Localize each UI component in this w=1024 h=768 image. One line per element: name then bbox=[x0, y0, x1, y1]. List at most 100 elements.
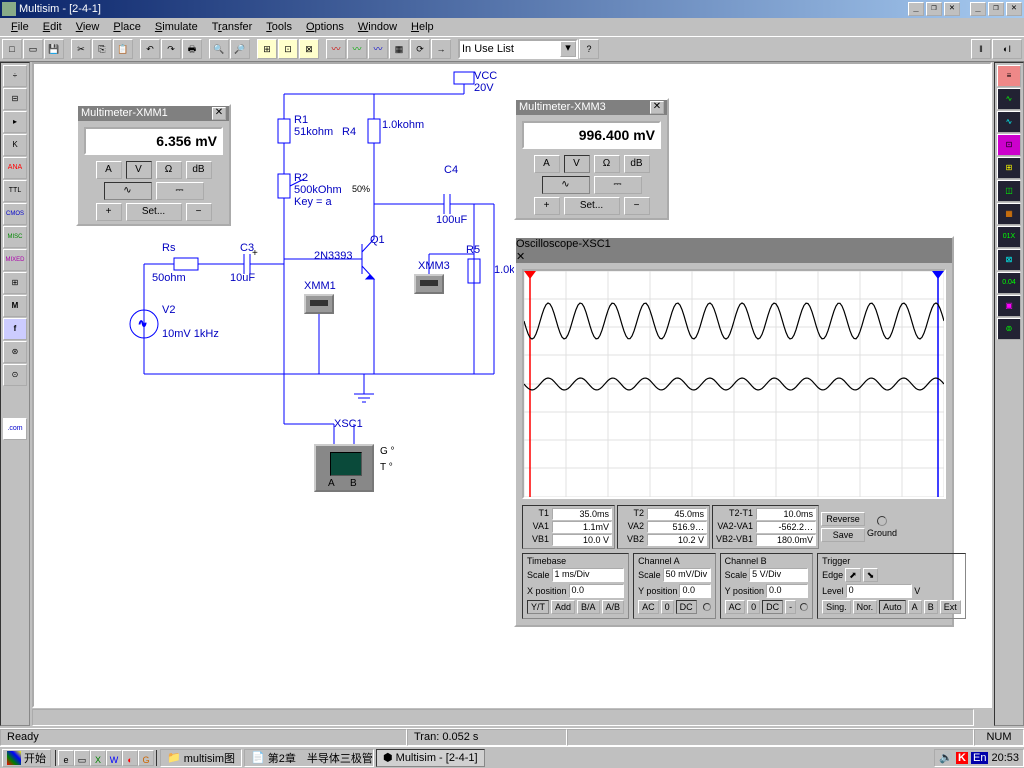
ql-ie[interactable]: e bbox=[58, 750, 74, 766]
xmm1-mode-v[interactable]: V bbox=[126, 161, 152, 179]
xmm3-icon[interactable] bbox=[414, 274, 444, 294]
chb-ypos[interactable]: 0.0 bbox=[766, 584, 808, 598]
trig-level[interactable]: 0 bbox=[846, 584, 913, 598]
timebase-scale[interactable]: 1 ms/Div bbox=[552, 568, 625, 582]
xmm3-mode-ohm[interactable]: Ω bbox=[594, 155, 620, 173]
ql-word[interactable]: W bbox=[106, 750, 122, 766]
mdi-minimize-button[interactable]: _ bbox=[970, 2, 986, 16]
xsc1-icon[interactable] bbox=[314, 444, 374, 492]
menu-window[interactable]: Window bbox=[351, 21, 404, 33]
menu-help[interactable]: Help bbox=[404, 21, 441, 33]
ql-desktop[interactable]: ▭ bbox=[74, 750, 90, 766]
taskbtn-multisim[interactable]: ⬢Multisim - [2-4-1] bbox=[376, 749, 485, 767]
xmm1-mode-ohm[interactable]: Ω bbox=[156, 161, 182, 179]
chb-scale[interactable]: 5 V/Div bbox=[749, 568, 808, 582]
edge-rise[interactable]: ⬈ bbox=[845, 568, 861, 582]
instr-6[interactable]: ◫ bbox=[997, 180, 1021, 202]
menu-transfer[interactable]: Transfer bbox=[205, 21, 260, 33]
trig-b[interactable]: B bbox=[924, 600, 938, 614]
edge-fall[interactable]: ⬊ bbox=[863, 568, 879, 582]
comp-ana[interactable]: ANA bbox=[3, 157, 27, 179]
instr-1[interactable]: ≡ bbox=[997, 65, 1021, 87]
system-tray[interactable]: 🔊 K En 20:53 bbox=[934, 749, 1024, 767]
xmm3-mode-v[interactable]: V bbox=[564, 155, 590, 173]
comp-elec[interactable]: ⊛ bbox=[3, 341, 27, 363]
tool-paste[interactable]: 📋 bbox=[113, 39, 133, 59]
oscilloscope-window[interactable]: Oscilloscope-XSC1✕ bbox=[514, 236, 954, 627]
comp-misc[interactable]: MISC bbox=[3, 226, 27, 248]
xmm1-minus[interactable]: − bbox=[186, 203, 212, 221]
xmm3-ac[interactable]: ∿ bbox=[542, 176, 590, 194]
tool-a3[interactable]: ⊠ bbox=[299, 39, 319, 59]
schematic-canvas[interactable]: ∿ bbox=[32, 62, 992, 708]
tool-print[interactable]: 🖶 bbox=[182, 39, 202, 59]
tool-a1[interactable]: ⊞ bbox=[257, 39, 277, 59]
tool-zoomin[interactable]: 🔍 bbox=[209, 39, 229, 59]
tool-w6[interactable]: → bbox=[431, 39, 451, 59]
cha-scale[interactable]: 50 mV/Div bbox=[663, 568, 711, 582]
chb-terminal[interactable] bbox=[800, 603, 808, 611]
instr-4[interactable]: ⊡ bbox=[997, 134, 1021, 156]
ql-app2[interactable]: G bbox=[138, 750, 154, 766]
btn-ba[interactable]: B/A bbox=[577, 600, 600, 614]
xmm1-icon[interactable] bbox=[304, 294, 334, 314]
ql-app[interactable]: ◐ bbox=[122, 750, 138, 766]
instr-9[interactable]: ⊠ bbox=[997, 249, 1021, 271]
multimeter-xmm1-window[interactable]: Multimeter-XMM1✕ 6.356 mV A V Ω dB ∿ ⎓ +… bbox=[76, 104, 231, 226]
xmm1-plus[interactable]: + bbox=[96, 203, 122, 221]
cha-terminal[interactable] bbox=[703, 603, 711, 611]
menu-simulate[interactable]: Simulate bbox=[148, 21, 205, 33]
comp-ttl[interactable]: TTL bbox=[3, 180, 27, 202]
tool-copy[interactable]: ⎘ bbox=[92, 39, 112, 59]
chb-0[interactable]: 0 bbox=[747, 600, 760, 614]
scope-screen[interactable] bbox=[522, 269, 946, 499]
tool-w3[interactable]: 〰 bbox=[368, 39, 388, 59]
scrollbar-horizontal[interactable] bbox=[32, 709, 974, 726]
minimize-button[interactable]: _ bbox=[908, 2, 924, 16]
comp-f[interactable]: f bbox=[3, 318, 27, 340]
timebase-xpos[interactable]: 0.0 bbox=[569, 584, 625, 598]
menu-options[interactable]: Options bbox=[299, 21, 351, 33]
instr-10[interactable]: 0.04 bbox=[997, 272, 1021, 294]
comp-source[interactable]: ÷ bbox=[3, 65, 27, 87]
xmm3-mode-db[interactable]: dB bbox=[624, 155, 650, 173]
cha-dc[interactable]: DC bbox=[676, 600, 697, 614]
multimeter-xmm3-window[interactable]: Multimeter-XMM3✕ 996.400 mV A V Ω dB ∿ ⎓… bbox=[514, 98, 669, 220]
xmm3-minus[interactable]: − bbox=[624, 197, 650, 215]
tool-w4[interactable]: ▦ bbox=[389, 39, 409, 59]
ground-terminal[interactable] bbox=[877, 516, 887, 526]
ql-excel[interactable]: X bbox=[90, 750, 106, 766]
comp-diode[interactable]: ▸ bbox=[3, 111, 27, 133]
instr-8[interactable]: 01X bbox=[997, 226, 1021, 248]
chb-neg[interactable]: - bbox=[785, 600, 796, 614]
taskbtn-word[interactable]: 📄第2章 半导体三极管… bbox=[244, 749, 374, 767]
chb-ac[interactable]: AC bbox=[725, 600, 746, 614]
mdi-close-button[interactable]: ✕ bbox=[1006, 2, 1022, 16]
trig-a[interactable]: A bbox=[908, 600, 922, 614]
combo-arrow-icon[interactable]: ▾ bbox=[560, 41, 576, 57]
tool-undo[interactable]: ↶ bbox=[140, 39, 160, 59]
instr-11[interactable]: ▣ bbox=[997, 295, 1021, 317]
xmm1-ac[interactable]: ∿ bbox=[104, 182, 152, 200]
xmm1-mode-a[interactable]: A bbox=[96, 161, 122, 179]
comp-m[interactable]: M bbox=[3, 295, 27, 317]
tool-a2[interactable]: ⊡ bbox=[278, 39, 298, 59]
cha-ypos[interactable]: 0.0 bbox=[679, 584, 710, 598]
tool-new[interactable]: □ bbox=[2, 39, 22, 59]
menu-view[interactable]: View bbox=[69, 21, 107, 33]
restore-button[interactable]: ❐ bbox=[926, 2, 942, 16]
scope-reverse-button[interactable]: Reverse bbox=[821, 512, 865, 526]
btn-yt[interactable]: Y/T bbox=[527, 600, 549, 614]
comp-transistor[interactable]: K bbox=[3, 134, 27, 156]
trig-ext[interactable]: Ext bbox=[940, 600, 961, 614]
taskbtn-folder[interactable]: 📁multisim图 bbox=[160, 749, 242, 767]
instr-5[interactable]: ⊞ bbox=[997, 157, 1021, 179]
instr-2[interactable]: ∿ bbox=[997, 88, 1021, 110]
scope-save-button[interactable]: Save bbox=[821, 528, 865, 542]
xmm1-dc[interactable]: ⎓ bbox=[156, 182, 204, 200]
comp-ind[interactable]: ⊞ bbox=[3, 272, 27, 294]
menu-edit[interactable]: Edit bbox=[36, 21, 69, 33]
in-use-combo[interactable]: In Use List ▾ bbox=[458, 39, 578, 59]
xmm3-dc[interactable]: ⎓ bbox=[594, 176, 642, 194]
trig-sing[interactable]: Sing. bbox=[822, 600, 851, 614]
